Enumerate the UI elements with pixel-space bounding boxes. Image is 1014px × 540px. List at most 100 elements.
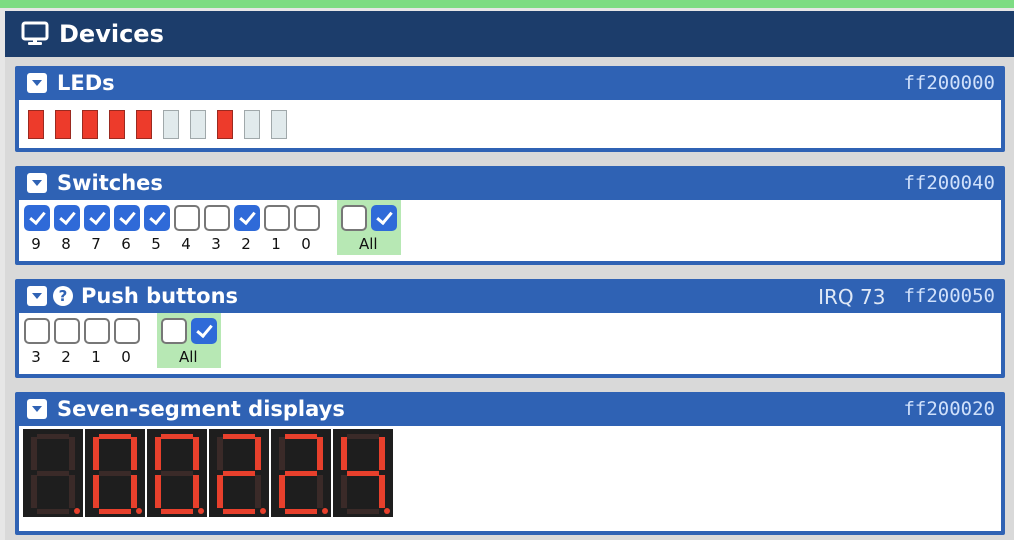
pushbutton-all-clear-checkbox[interactable] — [161, 318, 187, 344]
leds-panel: LEDs ff200000 — [15, 66, 1005, 152]
pushbutton-label: 2 — [61, 348, 71, 366]
segment-b — [255, 437, 261, 470]
segment-e — [341, 475, 347, 508]
switch-checkbox-0[interactable] — [294, 205, 320, 231]
collapse-triangle-icon[interactable] — [27, 399, 47, 419]
segment-a — [347, 434, 379, 439]
seven-seg-digit — [85, 429, 145, 517]
switches-panel: Switches ff200040 9 8 7 6 5 4 3 2 1 0 All — [15, 166, 1005, 265]
push-buttons-title: Push buttons — [81, 284, 239, 308]
segment-a — [37, 434, 69, 439]
led-indicator — [136, 110, 152, 139]
led-indicator — [163, 110, 179, 139]
segment-g — [285, 471, 317, 476]
switch-label: 9 — [31, 235, 41, 253]
led-indicator — [55, 110, 71, 139]
segment-c — [317, 475, 323, 508]
segment-a — [223, 434, 255, 439]
leds-header: LEDs ff200000 — [15, 66, 1005, 100]
segment-c — [131, 475, 137, 508]
segment-g — [223, 471, 255, 476]
pushbutton-label: 0 — [121, 348, 131, 366]
pushbutton-all-label: All — [179, 348, 198, 366]
collapse-triangle-icon[interactable] — [27, 286, 47, 306]
switch-label: 1 — [271, 235, 281, 253]
seven-seg-digit — [147, 429, 207, 517]
decimal-point — [260, 508, 266, 514]
segment-d — [285, 509, 317, 514]
top-accent-bar — [0, 0, 1014, 8]
switch-checkbox-9[interactable] — [24, 205, 50, 231]
pushbutton-checkbox-2[interactable] — [54, 318, 80, 344]
seven-seg-body — [19, 426, 1001, 531]
push-buttons-body: 3 2 1 0 All — [19, 313, 1001, 374]
push-buttons-address: ff200050 — [903, 285, 995, 307]
led-indicator — [82, 110, 98, 139]
segment-e — [155, 475, 161, 508]
switch-label: 0 — [301, 235, 311, 253]
pushbutton-label: 3 — [31, 348, 41, 366]
segment-c — [255, 475, 261, 508]
pushbutton-checkbox-0[interactable] — [114, 318, 140, 344]
segment-a — [285, 434, 317, 439]
segment-b — [317, 437, 323, 470]
seven-seg-digit — [271, 429, 331, 517]
switch-checkbox-7[interactable] — [84, 205, 110, 231]
switch-checkbox-3[interactable] — [204, 205, 230, 231]
segment-b — [131, 437, 137, 470]
segment-g — [347, 471, 379, 476]
switch-checkbox-4[interactable] — [174, 205, 200, 231]
switch-checkbox-2[interactable] — [234, 205, 260, 231]
segment-c — [379, 475, 385, 508]
switch-checkbox-8[interactable] — [54, 205, 80, 231]
segment-e — [31, 475, 37, 508]
decimal-point — [74, 508, 80, 514]
switch-all-clear-checkbox[interactable] — [341, 205, 367, 231]
segment-e — [93, 475, 99, 508]
segment-f — [279, 437, 285, 470]
segment-f — [217, 437, 223, 470]
collapse-triangle-icon[interactable] — [27, 73, 47, 93]
help-icon[interactable]: ? — [53, 286, 73, 306]
decimal-point — [136, 508, 142, 514]
collapse-triangle-icon[interactable] — [27, 173, 47, 193]
switch-checkbox-5[interactable] — [144, 205, 170, 231]
switches-title: Switches — [57, 171, 163, 195]
switch-checkbox-6[interactable] — [114, 205, 140, 231]
led-indicator — [217, 110, 233, 139]
monitor-icon — [21, 21, 49, 47]
segment-g — [99, 471, 131, 476]
leds-address: ff200000 — [903, 72, 995, 94]
switch-label: 4 — [181, 235, 191, 253]
seven-seg-address: ff200020 — [903, 398, 995, 420]
segment-e — [279, 475, 285, 508]
push-buttons-irq: IRQ 73 — [818, 285, 886, 309]
pushbutton-checkbox-3[interactable] — [24, 318, 50, 344]
segment-c — [69, 475, 75, 508]
segment-c — [193, 475, 199, 508]
switches-header: Switches ff200040 — [15, 166, 1005, 200]
segment-b — [69, 437, 75, 470]
switch-all-set-checkbox[interactable] — [371, 205, 397, 231]
led-indicator — [109, 110, 125, 139]
segment-f — [155, 437, 161, 470]
pushbutton-all-set-checkbox[interactable] — [191, 318, 217, 344]
leds-title: LEDs — [57, 71, 115, 95]
led-indicator — [271, 110, 287, 139]
switch-label: 3 — [211, 235, 221, 253]
segment-d — [161, 509, 193, 514]
switch-checkbox-1[interactable] — [264, 205, 290, 231]
segment-f — [93, 437, 99, 470]
push-buttons-panel: ? Push buttons IRQ 73 ff200050 3 2 1 0 All — [15, 279, 1005, 378]
seven-seg-panel: Seven-segment displays ff200020 — [15, 392, 1005, 535]
window-header: Devices — [5, 11, 1014, 57]
segment-d — [223, 509, 255, 514]
pushbutton-checkbox-1[interactable] — [84, 318, 110, 344]
switches-body: 9 8 7 6 5 4 3 2 1 0 All — [19, 200, 1001, 261]
leds-body — [19, 100, 1001, 148]
led-indicator — [190, 110, 206, 139]
switch-label: 5 — [151, 235, 161, 253]
seven-seg-title: Seven-segment displays — [57, 397, 345, 421]
segment-d — [99, 509, 131, 514]
seven-seg-digit — [23, 429, 83, 517]
